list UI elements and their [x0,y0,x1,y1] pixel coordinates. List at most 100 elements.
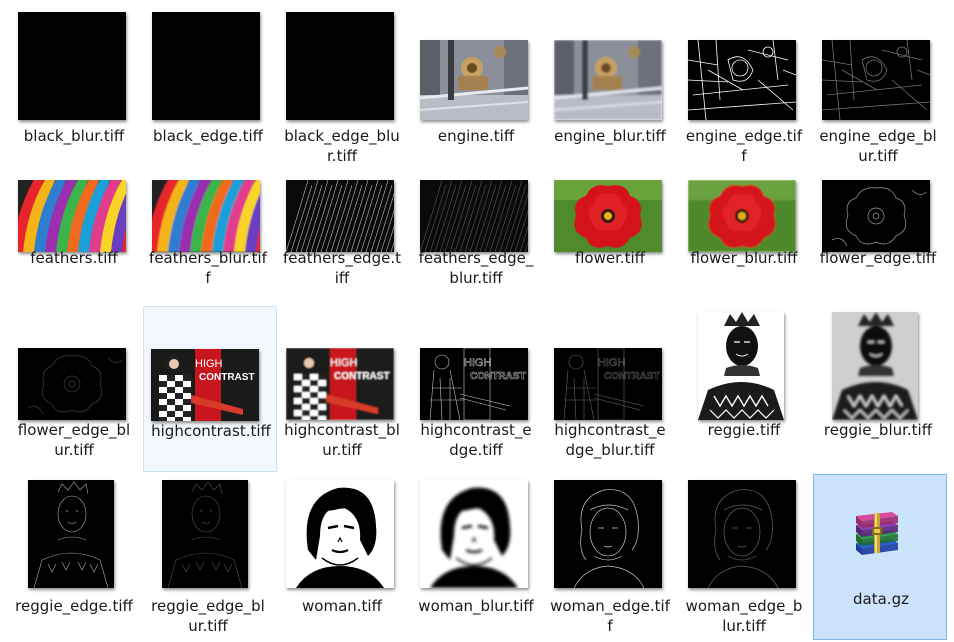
file-name-line: ur.tiff [322,441,362,459]
image-thumbnail: HIGH CONTRAST [151,349,259,421]
image-thumbnail: HIGH CONTRAST [554,348,662,420]
file-name-line: feathers_edge.t [283,249,401,267]
thumbnail-area [141,474,275,596]
file-name-line: black_edge_blu [284,127,400,145]
image-thumbnail [688,480,796,588]
svg-text:HIGH: HIGH [464,357,492,369]
file-name-line: black_blur.tiff [23,127,125,145]
thumbnail-area: HIGH CONTRAST [543,306,677,428]
file-name-line: reggie.tiff [707,421,781,439]
file-name-label: woman_blur.tiff [409,596,543,616]
file-name-label: black_blur.tiff [7,126,141,146]
file-name-line: flower_edge_bl [17,421,131,439]
image-thumbnail: HIGH CONTRAST [420,348,528,420]
file-name-label: black_edge.tiff [141,126,275,146]
file-name-label: flower_blur.tiff [677,248,811,268]
file-name-label: flower_edge_bl ur.tiff [7,420,141,460]
file-name-line: highcontrast_bl [284,421,400,439]
file-item-highcontrast[interactable]: HIGH CONTRAST highcontrast.tiff [143,306,277,472]
file-item-engine-edge[interactable]: engine_edge.tiff [677,4,811,170]
file-name-line: black_edge.tiff [153,127,263,145]
file-name-label: black_edge_blu r.tiff [275,126,409,166]
file-item-engine-edge-blur[interactable]: engine_edge_bl ur.tiff [811,4,945,170]
image-thumbnail [18,348,126,420]
image-thumbnail [688,180,796,252]
file-item-woman-edge[interactable]: woman_edge.tif f [543,474,677,640]
image-thumbnail [554,40,662,120]
image-thumbnail: HIGH CONTRAST [286,348,394,420]
file-name-line: dge.tiff [449,441,503,459]
file-name-line: engine.tiff [437,127,515,145]
image-thumbnail [152,12,260,120]
image-thumbnail [420,480,528,588]
file-name-line: engine_blur.tiff [554,127,666,145]
image-thumbnail [420,40,528,120]
image-thumbnail [18,12,126,120]
file-name-line: dge_blur.tiff [565,441,655,459]
file-name-label: highcontrast_e dge.tiff [409,420,543,460]
file-name-line: f [741,147,747,165]
file-name-line: ur.tiff [188,617,228,635]
file-name-label: data.gz [814,589,948,609]
thumbnail-area [7,4,141,126]
file-item-data-gz[interactable]: data.gz [813,474,947,640]
image-thumbnail [28,480,114,588]
file-name-label: engine.tiff [409,126,543,146]
file-name-line: highcontrast.tiff [151,422,271,440]
thumbnail-area [409,4,543,126]
file-name-label: flower.tiff [543,248,677,268]
file-item-reggie-blur[interactable]: reggie_blur.tiff [811,306,945,472]
file-name-label: highcontrast_e dge_blur.tiff [543,420,677,460]
file-item-reggie[interactable]: reggie.tiff [677,306,811,472]
file-item-highcontrast-edge-blur[interactable]: HIGH CONTRAST highcontrast_e dge_blur.tiff [543,306,677,472]
image-thumbnail [822,40,930,120]
thumbnail-area [677,306,811,428]
file-name-line: engine_edge.tif [685,127,803,145]
image-thumbnail [698,312,784,420]
thumbnail-area [677,474,811,596]
file-name-line: highcontrast_e [420,421,532,439]
thumbnail-area: HIGH CONTRAST [275,306,409,428]
svg-text:CONTRAST: CONTRAST [604,371,660,382]
file-name-line: feathers_blur.tif [149,249,267,267]
file-item-reggie-edge-blur[interactable]: reggie_edge_bl ur.tiff [141,474,275,640]
thumbnail-area [7,474,141,596]
file-item-woman[interactable]: woman.tiff [275,474,409,640]
thumbnail-area [543,474,677,596]
file-name-label: reggie.tiff [677,420,811,440]
thumbnail-area [141,4,275,126]
file-item-engine[interactable]: engine.tiff [409,4,543,170]
image-thumbnail [554,180,662,252]
file-item-woman-blur[interactable]: woman_blur.tiff [409,474,543,640]
image-thumbnail [286,480,394,588]
svg-text:HIGH: HIGH [195,358,223,370]
file-item-reggie-edge[interactable]: reggie_edge.tiff [7,474,141,640]
file-item-black-edge-blur[interactable]: black_edge_blu r.tiff [275,4,409,170]
file-item-black-blur[interactable]: black_blur.tiff [7,4,141,170]
file-name-label: woman_edge.tif f [543,596,677,636]
file-name-label: feathers_edge_ blur.tiff [409,248,543,288]
image-thumbnail [420,180,528,252]
file-name-label: engine_blur.tiff [543,126,677,146]
file-name-line: highcontrast_e [554,421,666,439]
svg-text:CONTRAST: CONTRAST [199,372,255,383]
file-name-line: engine_edge_bl [819,127,937,145]
file-name-line: flower_edge.tiff [819,249,937,267]
image-thumbnail [162,480,248,588]
file-item-woman-edge-blur[interactable]: woman_edge_b lur.tiff [677,474,811,640]
file-name-label: highcontrast_bl ur.tiff [275,420,409,460]
svg-text:CONTRAST: CONTRAST [334,371,390,382]
image-thumbnail [554,480,662,588]
file-name-line: flower.tiff [574,249,646,267]
thumbnail-area [409,474,543,596]
file-item-highcontrast-blur[interactable]: HIGH CONTRAST highcontrast_bl ur.tiff [275,306,409,472]
thumbnail-area [814,475,948,597]
file-item-engine-blur[interactable]: engine_blur.tiff [543,4,677,170]
file-name-line: blur.tiff [449,269,503,287]
thumbnail-area [811,170,945,292]
file-name-line: woman_blur.tiff [418,597,534,615]
file-item-highcontrast-edge[interactable]: HIGH CONTRAST highcontrast_e dge.tiff [409,306,543,472]
thumbnail-area [543,170,677,292]
file-item-black-edge[interactable]: black_edge.tiff [141,4,275,170]
file-item-flower-edge-blur[interactable]: flower_edge_bl ur.tiff [7,306,141,472]
